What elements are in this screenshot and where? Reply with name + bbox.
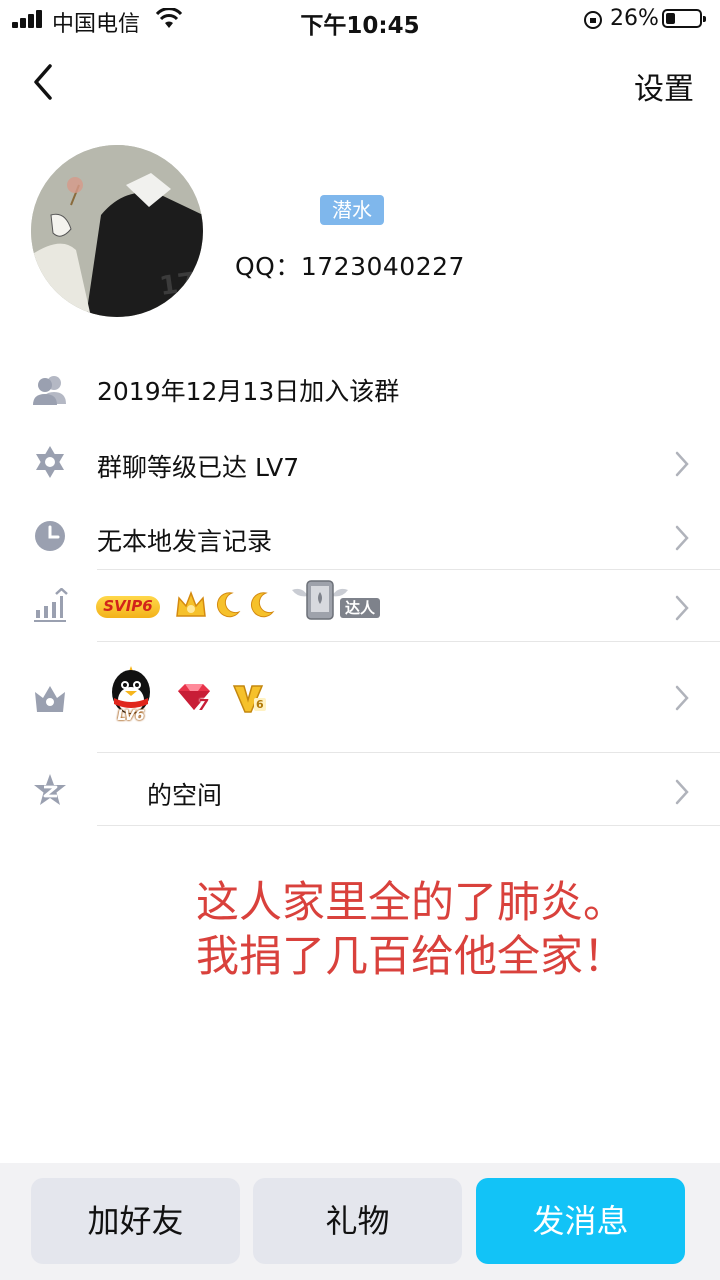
star-of-david-icon [36, 446, 64, 478]
settings-button[interactable]: 设置 [634, 64, 694, 108]
gem-badge: 7 [176, 682, 216, 716]
crown-outline-icon [35, 686, 65, 712]
divider [97, 569, 720, 570]
chevron-right-icon [675, 685, 689, 711]
moon-icon [251, 592, 275, 618]
back-button[interactable] [30, 62, 60, 102]
speech-history-row[interactable]: 无本地发言记录 [0, 514, 720, 560]
send-message-button[interactable]: 发消息 [476, 1178, 685, 1264]
daren-badge: 达人 [290, 578, 382, 624]
svg-text:17: 17 [158, 267, 198, 302]
group-level-row[interactable]: 群聊等级已达 LV7 [0, 440, 720, 486]
overlay-caption: 这人家里全的了肺炎。 我捐了几百给他全家！ [196, 878, 626, 982]
divider [97, 752, 720, 753]
bottom-action-bar: 加好友 礼物 发消息 [0, 1163, 720, 1280]
joined-date: 2019年12月13日加入该群 [97, 377, 400, 406]
rotation-lock-icon [584, 11, 602, 29]
vip-badges-row[interactable]: SVIP6 达人 [0, 578, 720, 634]
members-icon [33, 376, 66, 405]
joined-row: 2019年12月13日加入该群 [0, 370, 720, 410]
avatar[interactable]: 17 [31, 145, 203, 317]
chevron-right-icon [675, 451, 689, 477]
group-level-text: 群聊等级已达 LV7 [97, 453, 300, 482]
clock-icon [35, 521, 65, 551]
battery-percent: 26% [610, 6, 659, 31]
divider [97, 641, 720, 642]
qzone-row[interactable]: 的空间 [0, 768, 720, 814]
member-status-badge: 潜水 [320, 195, 384, 225]
avatar-image: 17 [31, 145, 203, 317]
qq-penguin-badge: LV6 [104, 664, 158, 728]
chevron-right-icon [675, 595, 689, 621]
status-bar: 中国电信 下午10:45 26% [0, 0, 720, 40]
qzone-text: 的空间 [147, 781, 223, 810]
add-friend-button[interactable]: 加好友 [31, 1178, 240, 1264]
battery-icon [662, 9, 706, 28]
qq-level-row[interactable]: LV6 7 6 [0, 660, 720, 736]
chevron-right-icon [675, 525, 689, 551]
qzone-star-icon [34, 774, 66, 805]
crown-icon [176, 590, 206, 617]
gift-button[interactable]: 礼物 [253, 1178, 462, 1264]
moon-icon [217, 592, 241, 618]
v-badge: 6 [232, 682, 270, 718]
speech-history-text: 无本地发言记录 [97, 527, 273, 556]
qq-number: QQ：1723040227 [235, 252, 465, 281]
growth-chart-icon [34, 588, 68, 622]
chevron-right-icon [675, 779, 689, 805]
divider [97, 825, 720, 826]
svip-badge: SVIP6 [96, 596, 160, 618]
